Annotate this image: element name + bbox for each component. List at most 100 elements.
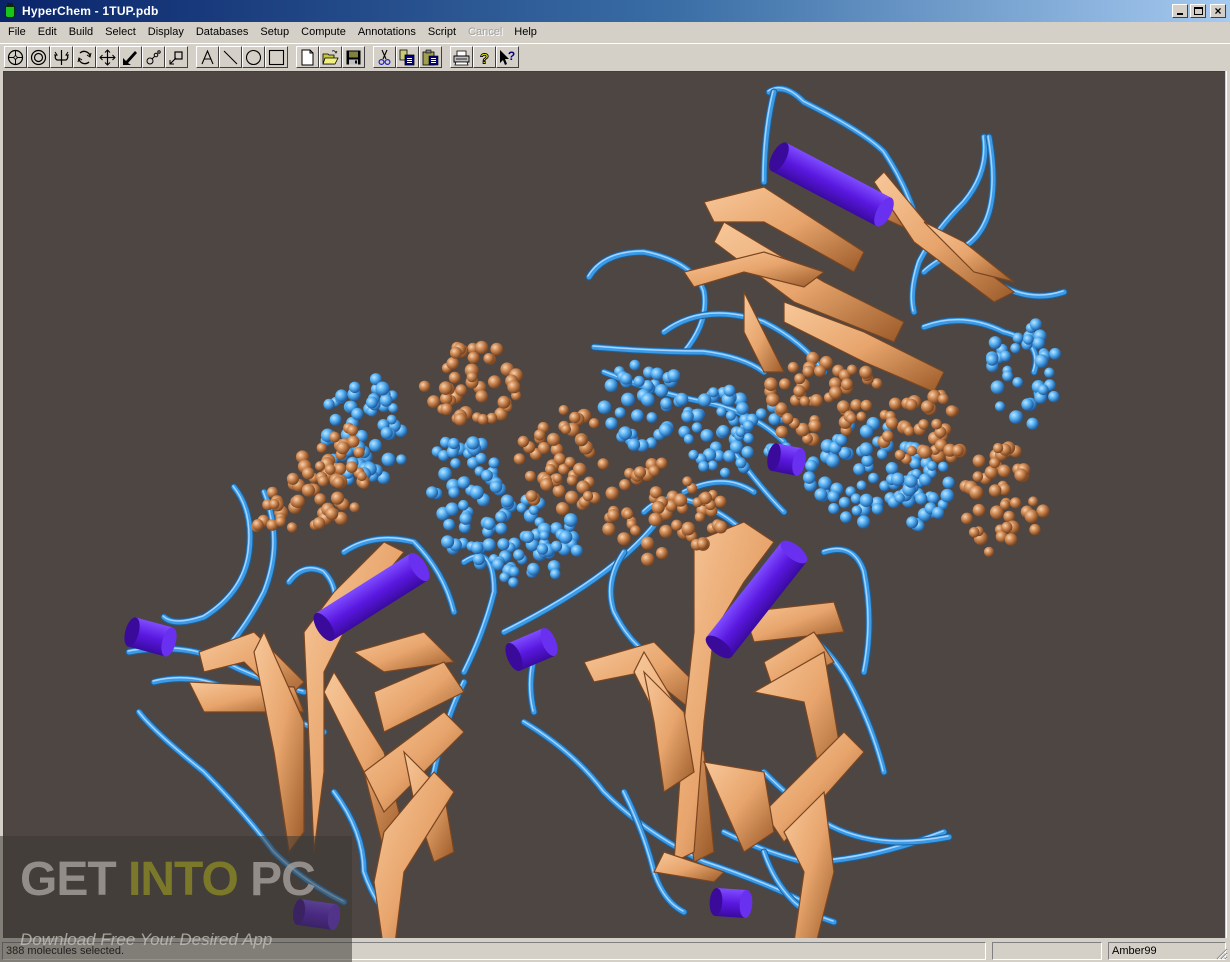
dna-atom-strand-a [942,476,955,489]
context-help-button[interactable]: ? [496,46,519,68]
z-translate-button[interactable] [119,46,142,68]
help-button[interactable]: ? [473,46,496,68]
dna-atom-strand-a [802,471,816,484]
cut-button[interactable] [373,46,396,68]
dna-atom-strand-b [558,404,569,416]
new-file-button[interactable] [296,46,319,68]
dna-atom-strand-b [1004,533,1018,546]
translate-button[interactable] [96,46,119,68]
dna-atom-strand-b [814,365,826,377]
dna-atom-strand-a [818,476,832,491]
alpha-helix-cylinder [292,899,341,930]
dna-atom-strand-a [990,380,1005,395]
dna-atom-strand-b [475,390,489,403]
dna-atom-strand-b [507,380,521,394]
save-file-button[interactable] [342,46,365,68]
dna-atom-strand-b [525,490,538,502]
close-button[interactable]: × [1210,4,1226,18]
coil-highlight [622,790,684,912]
maximize-button[interactable] [1190,4,1206,18]
dna-atom-strand-a [736,402,749,415]
dna-atom-strand-b [446,357,459,370]
rectangle-annotation-button[interactable] [265,46,288,68]
dna-atom-strand-b [972,454,986,468]
select-sphere-button[interactable] [27,46,50,68]
ellipse-annotation-button[interactable] [242,46,265,68]
dna-atom-strand-a [741,446,754,459]
dna-atom-strand-a [698,461,709,472]
dna-atom-strand-a [469,485,484,500]
dna-atom-strand-b [252,519,264,531]
zoom-button[interactable] [142,46,165,68]
menu-edit[interactable]: Edit [32,23,63,41]
dna-atom-strand-a [508,577,519,588]
dna-atom-strand-a [681,410,694,423]
dna-atom-strand-b [920,400,934,414]
menu-databases[interactable]: Databases [190,23,255,41]
dna-atom-strand-a [481,469,493,482]
dna-atom-strand-a [838,496,851,509]
menu-setup[interactable]: Setup [254,23,295,41]
print-button[interactable] [450,46,473,68]
dna-atom-strand-a [986,353,999,366]
copy-button[interactable] [396,46,419,68]
menu-display[interactable]: Display [142,23,190,41]
dna-atom-strand-a [381,452,396,467]
save-file-icon [346,50,361,64]
dna-atom-strand-a [857,515,871,529]
dna-atom-strand-b [312,517,326,530]
menu-select[interactable]: Select [99,23,142,41]
cut-icon [378,49,391,65]
dna-atom-strand-a [859,424,874,439]
dna-atom-strand-b [860,399,872,412]
dna-atom-strand-b [617,532,631,546]
dna-atom-strand-b [775,425,788,439]
rotate-out-of-plane-button[interactable] [50,46,73,68]
dna-atom-strand-a [871,503,884,515]
menu-compute[interactable]: Compute [295,23,352,41]
menu-annotations[interactable]: Annotations [352,23,422,41]
dna-atom-strand-a [448,437,460,450]
dna-atom-strand-a [1023,334,1034,345]
molecule-viewport[interactable] [3,71,1225,938]
status-message: 388 molecules selected. [2,941,986,960]
minimize-button[interactable] [1172,4,1188,18]
hyperchem-app-icon[interactable] [3,3,17,19]
dna-atom-strand-a [988,336,1002,350]
clip-icon [169,50,183,64]
text-annotation-icon [201,49,214,64]
dna-atom-strand-b [513,453,526,465]
dna-atom-strand-a [323,398,335,410]
dna-atom-strand-a [495,510,507,523]
open-file-button[interactable] [319,46,342,68]
line-annotation-button[interactable] [219,46,242,68]
clip-button[interactable] [165,46,188,68]
new-file-icon [301,49,314,65]
menu-script[interactable]: Script [422,23,462,41]
dna-atom-strand-b [992,442,1004,454]
dna-atom-strand-a [918,473,932,486]
dna-atom-strand-a [716,406,727,417]
dna-atom-strand-a [735,426,746,438]
dna-atom-strand-b [291,494,305,508]
dna-atom-strand-b [1029,523,1041,536]
dna-atom-strand-a [650,367,664,381]
dna-atom-strand-a [932,506,945,519]
rotate-in-plane-button[interactable] [73,46,96,68]
dna-atom-strand-a [396,454,407,465]
dna-atom-strand-a [438,467,452,481]
paste-button[interactable] [419,46,442,68]
select-tool-button[interactable] [4,46,27,68]
dna-atom-strand-b [640,536,655,550]
menu-build[interactable]: Build [63,23,99,41]
dna-atom-strand-b [553,452,566,465]
menu-file[interactable]: File [2,23,32,41]
dna-atom-strand-a [1012,377,1023,388]
dna-atom-strand-b [972,503,986,517]
text-annotation-button[interactable] [196,46,219,68]
dna-atom-strand-a [558,530,573,544]
dna-atom-strand-a [1029,318,1042,331]
resize-grip-icon[interactable] [1216,948,1228,960]
menu-help[interactable]: Help [508,23,543,41]
dna-atom-strand-b [566,475,578,486]
